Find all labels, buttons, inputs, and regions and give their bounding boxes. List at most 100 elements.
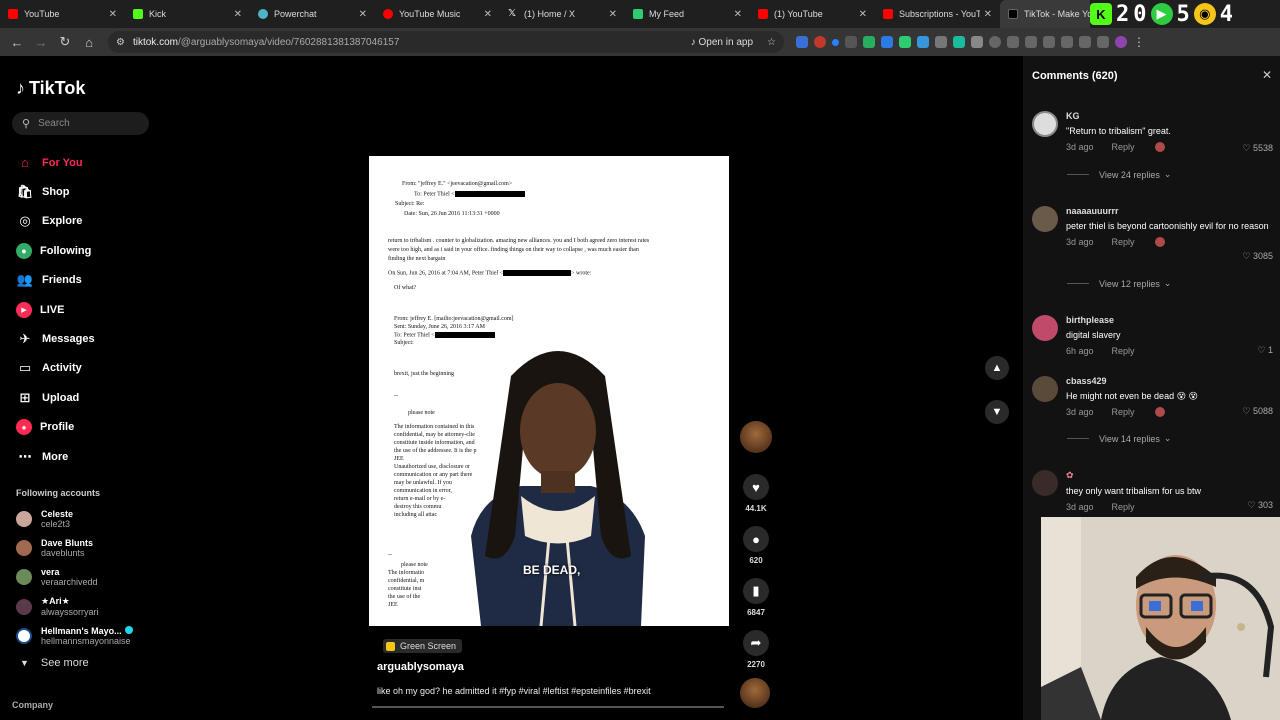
- sidebar-item-explore[interactable]: ◎ Explore: [16, 207, 95, 236]
- see-more-button[interactable]: ▼ See more: [20, 657, 89, 669]
- sidebar-item-friends[interactable]: 👥 Friends: [16, 266, 95, 295]
- tiktok-logo[interactable]: ♪ TikTok: [16, 78, 85, 99]
- sidebar-item-profile[interactable]: ● Profile: [16, 413, 95, 442]
- share-button[interactable]: ➦ 2270: [742, 630, 770, 669]
- close-icon[interactable]: ✕: [734, 9, 742, 20]
- company-link[interactable]: Company: [12, 700, 53, 710]
- like-button[interactable]: ♥ 44.1K: [742, 474, 770, 513]
- menu-lines-icon[interactable]: [1097, 36, 1109, 48]
- extension-icon[interactable]: [1007, 36, 1019, 48]
- reply-button[interactable]: Reply: [1112, 237, 1135, 247]
- browser-tab[interactable]: (1) YouTube ✕: [750, 0, 875, 28]
- download-icon[interactable]: [1079, 36, 1091, 48]
- extension-icon[interactable]: [953, 36, 965, 48]
- extension-icon[interactable]: [845, 36, 857, 48]
- view-replies-button[interactable]: View 14 replies ⌄: [1067, 433, 1171, 444]
- extension-icon[interactable]: [863, 36, 875, 48]
- devtools-icon[interactable]: [1025, 36, 1037, 48]
- sound-avatar[interactable]: [740, 678, 770, 708]
- comment-like-button[interactable]: ♡ 5538: [1242, 143, 1273, 154]
- close-icon[interactable]: ✕: [234, 9, 242, 20]
- video-progress-bar[interactable]: [372, 706, 724, 708]
- avatar[interactable]: [1032, 111, 1058, 137]
- following-account[interactable]: Celeste cele2t3: [16, 504, 133, 533]
- close-icon[interactable]: ✕: [109, 9, 117, 20]
- comment-username[interactable]: naaaauuurrr: [1066, 206, 1276, 216]
- view-replies-button[interactable]: View 24 replies ⌄: [1067, 169, 1171, 180]
- home-icon[interactable]: ⌂: [78, 31, 100, 53]
- sidebar-item-shop[interactable]: 🛍 Shop: [16, 177, 95, 206]
- avatar[interactable]: [1032, 470, 1058, 496]
- reply-button[interactable]: Reply: [1112, 142, 1135, 152]
- sidebar-toggle-icon[interactable]: [1043, 36, 1055, 48]
- forward-icon[interactable]: →: [30, 31, 52, 53]
- sidebar-item-activity[interactable]: ▭ Activity: [16, 354, 95, 383]
- reply-button[interactable]: Reply: [1112, 502, 1135, 512]
- comment-username[interactable]: cbass429: [1066, 376, 1276, 386]
- avatar[interactable]: [1032, 376, 1058, 402]
- following-account[interactable]: ★Ari★ alwayssorryari: [16, 592, 133, 621]
- reply-button[interactable]: Reply: [1112, 346, 1135, 356]
- sidebar-item-upload[interactable]: ⊞ Upload: [16, 383, 95, 412]
- comment-button[interactable]: ● 620: [742, 526, 770, 565]
- back-icon[interactable]: ←: [6, 31, 28, 53]
- avatar[interactable]: [1032, 315, 1058, 341]
- close-icon[interactable]: ✕: [1262, 68, 1272, 82]
- sidebar-item-for-you[interactable]: ⌂ For You: [16, 148, 95, 177]
- comment-like-button[interactable]: ♡ 1: [1257, 345, 1273, 356]
- close-icon[interactable]: ✕: [984, 9, 992, 20]
- url-field[interactable]: ⚙ tiktok.com/@arguablysomaya/video/76028…: [108, 31, 784, 53]
- reply-button[interactable]: Reply: [1112, 407, 1135, 417]
- reload-icon[interactable]: ↻: [54, 31, 76, 53]
- next-video-button[interactable]: ▼: [985, 400, 1009, 424]
- search-input[interactable]: ⚲ Search: [12, 112, 149, 135]
- profile-avatar-icon[interactable]: [1115, 36, 1127, 48]
- following-account[interactable]: Hellmann's Mayo... hellmannsmayonnaise: [16, 622, 133, 651]
- following-account[interactable]: vera veraarchivedd: [16, 563, 133, 592]
- extension-icon[interactable]: [881, 36, 893, 48]
- extension-icon[interactable]: [917, 36, 929, 48]
- sidebar-item-live[interactable]: ▶ LIVE: [16, 295, 95, 324]
- sidebar-item-messages[interactable]: ✈ Messages: [16, 324, 95, 353]
- avatar[interactable]: [1032, 206, 1058, 232]
- browser-tab[interactable]: YouTube ✕: [0, 0, 125, 28]
- green-screen-badge[interactable]: Green Screen: [383, 639, 463, 653]
- sidebar-item-more[interactable]: ⋯ More: [16, 442, 95, 471]
- comment-like-button[interactable]: ♡ 3085: [1242, 251, 1273, 262]
- comment-like-button[interactable]: ♡ 303: [1247, 500, 1273, 511]
- extension-icon[interactable]: [796, 36, 808, 48]
- comment-username[interactable]: KG: [1066, 111, 1276, 121]
- comment-username[interactable]: ✿: [1066, 470, 1276, 481]
- following-account[interactable]: Dave Blunts daveblunts: [16, 533, 133, 562]
- extension-icon[interactable]: [832, 38, 839, 46]
- view-replies-button[interactable]: View 12 replies ⌄: [1067, 278, 1171, 289]
- extension-icon[interactable]: [899, 36, 911, 48]
- close-icon[interactable]: ✕: [609, 9, 617, 20]
- browser-tab[interactable]: Subscriptions - YouTube ✕: [875, 0, 1000, 28]
- bookmark-star-icon[interactable]: ☆: [767, 37, 776, 48]
- creator-username[interactable]: arguablysomaya: [377, 661, 464, 673]
- open-in-app-button[interactable]: ♪ Open in app: [691, 37, 753, 48]
- video-player[interactable]: From: "jeffrey E." <jeevacation@gmail.co…: [369, 156, 729, 626]
- close-icon[interactable]: ✕: [484, 9, 492, 20]
- extension-icon[interactable]: [935, 36, 947, 48]
- site-info-icon[interactable]: ⚙: [116, 37, 125, 48]
- extension-icon[interactable]: [971, 36, 983, 48]
- sidebar-item-following[interactable]: ● Following: [16, 236, 95, 265]
- tab-search-icon[interactable]: [1061, 36, 1073, 48]
- browser-tab[interactable]: Kick ✕: [125, 0, 250, 28]
- creator-avatar[interactable]: [740, 421, 772, 453]
- close-icon[interactable]: ✕: [359, 9, 367, 20]
- browser-tab[interactable]: Powerchat ✕: [250, 0, 375, 28]
- browser-tab[interactable]: 𝕏 (1) Home / X ✕: [500, 0, 625, 28]
- browser-tab[interactable]: YouTube Music ✕: [375, 0, 500, 28]
- browser-tab[interactable]: My Feed ✕: [625, 0, 750, 28]
- previous-video-button[interactable]: ▲: [985, 356, 1009, 380]
- extension-icon[interactable]: [814, 36, 826, 48]
- save-button[interactable]: ▮ 6847: [742, 578, 770, 617]
- kebab-menu-icon[interactable]: ⋮: [1133, 35, 1145, 49]
- comment-username[interactable]: birthplease: [1066, 315, 1276, 325]
- history-icon[interactable]: [989, 36, 1001, 48]
- close-icon[interactable]: ✕: [859, 9, 867, 20]
- comment-like-button[interactable]: ♡ 5088: [1242, 406, 1273, 417]
